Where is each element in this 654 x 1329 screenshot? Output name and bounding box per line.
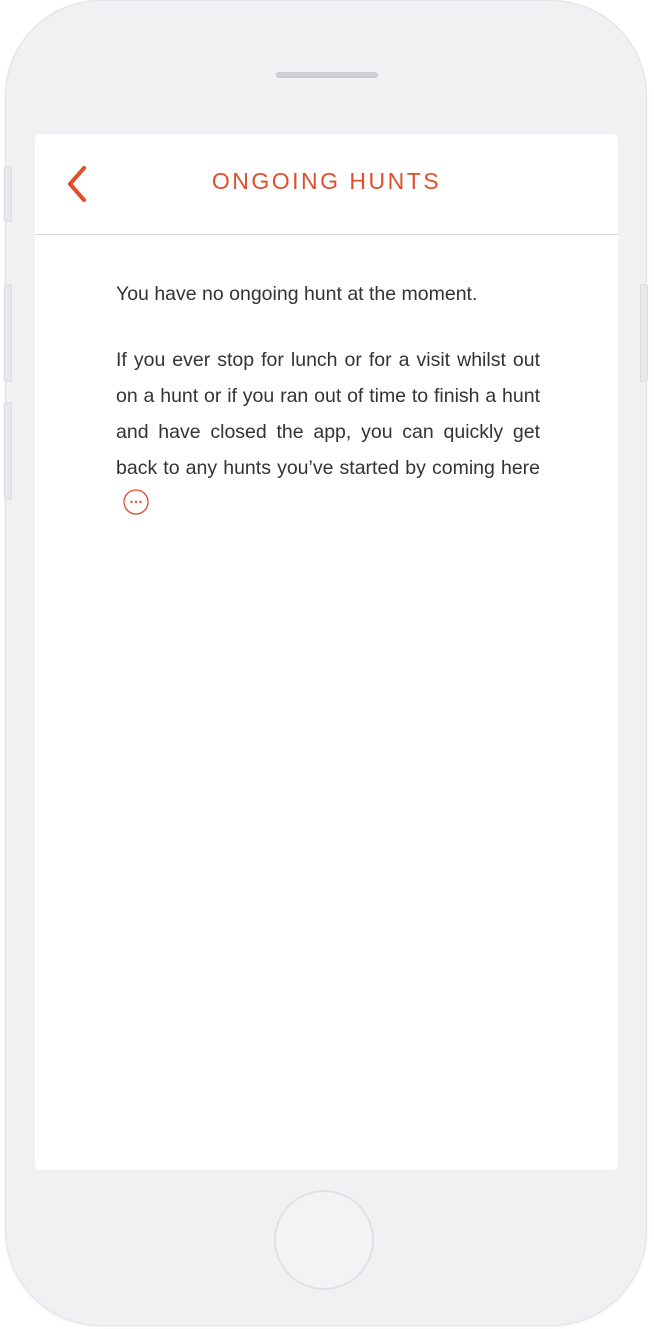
app-screen: ONGOING HUNTS You have no ongoing hunt a… (35, 134, 618, 1170)
power-button (640, 284, 648, 382)
home-button[interactable] (274, 1190, 374, 1290)
nav-header: ONGOING HUNTS (35, 134, 618, 235)
more-dots-icon (123, 489, 149, 515)
empty-state-message: You have no ongoing hunt at the moment. … (116, 276, 540, 522)
help-text-body: If you ever stop for lunch or for a visi… (116, 349, 540, 479)
volume-up-button (4, 284, 12, 382)
earpiece-speaker (276, 72, 378, 78)
page-title: ONGOING HUNTS (211, 168, 442, 194)
volume-down-button (4, 402, 12, 500)
help-text: If you ever stop for lunch or for a visi… (116, 342, 540, 522)
no-hunts-text: You have no ongoing hunt at the moment. (116, 283, 478, 305)
mute-switch (4, 166, 12, 222)
